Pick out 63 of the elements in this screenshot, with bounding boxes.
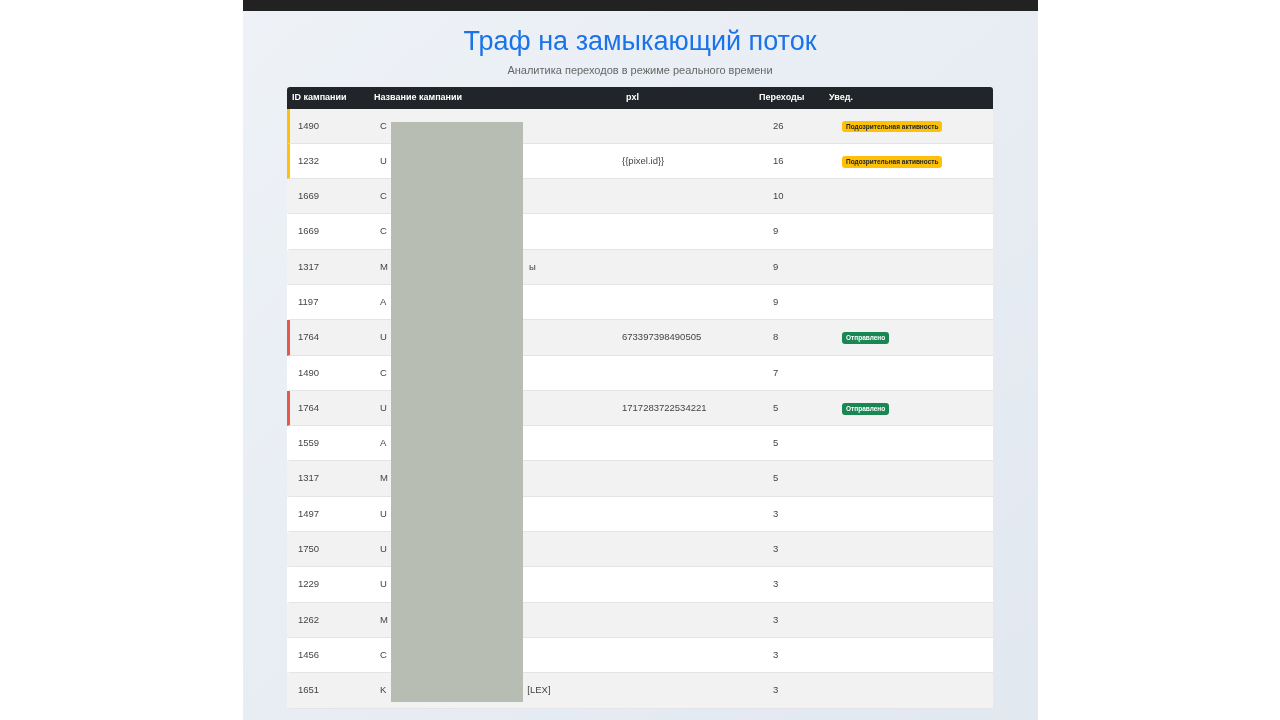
table-cell: C [380,224,387,239]
table-cell: 673397398490505 [622,331,702,343]
table-cell: 9 [773,260,779,272]
table-cell: [LEX] [527,683,551,698]
table-cell: 1456 [298,648,320,660]
table-cell: 9 [773,225,779,237]
table-cell: 3 [773,543,779,555]
table-cell: C [380,189,387,204]
table-cell: 8 [773,331,779,343]
table-cell: 3 [773,684,779,696]
table-cell: C [380,365,387,380]
table-cell: 9 [773,296,779,307]
table-cell: K [380,683,387,698]
table-cell: U [380,577,387,592]
table-cell: 1497 [298,507,320,519]
column-header: Название кампании [374,90,464,104]
table-cell: 10 [773,190,784,202]
table-cell: 5 [773,401,779,413]
column-header: pxl [625,90,640,104]
table-cell: ы [528,259,536,274]
table-cell-text: U [380,400,387,415]
table-cell: 26 [773,119,784,131]
table-cell: M [380,612,388,627]
table-cell: U [380,330,387,345]
table-cell: 1317 [298,472,320,484]
table-cell: 1229 [298,578,320,590]
table-cell: C [380,118,387,133]
table-cell: 1764 [298,401,320,413]
table-cell: {{pixel.id}} [622,154,665,166]
table-cell: 1197 [298,296,319,307]
table-cell: 1651 [298,684,320,696]
table-cell: 1764 [298,331,320,343]
table-cell: 1490 [298,119,320,131]
table-cell: M [380,259,388,274]
table-cell: 3 [773,578,779,590]
table-cell-text: A [380,295,387,309]
table-cell: 3 [773,648,779,660]
table-cell: A [380,436,387,451]
column-header: Переходы [759,90,806,104]
table-cell: 1750 [298,543,320,555]
page-subtitle: Аналитика переходов в режиме реального времени [507,63,773,78]
table-cell: 5 [773,437,779,449]
page-title: Траф на замыкающий поток [463,25,817,57]
table-cell: 1262 [298,613,320,625]
table-cell: 16 [773,154,784,166]
column-header: Увед. [829,90,854,104]
table-cell: 1669 [298,190,320,202]
table-cell: 5 [773,472,779,484]
table-cell: 1669 [298,225,320,237]
table-cell: 1232 [298,154,320,166]
table-cell: M [380,471,388,486]
table-cell-text: C [380,647,387,662]
table-cell: 3 [773,613,779,625]
table-cell: 1490 [298,366,320,378]
table-cell: 3 [773,507,779,519]
table-cell: 1317 [298,260,320,272]
table-cell: U [380,542,387,557]
table-cell-text: U [380,153,387,168]
table-cell-text: U [380,506,387,521]
column-header: ID кампании [291,90,348,104]
table-cell: 1717283722534221 [622,401,707,413]
table-cell: 1559 [298,437,320,449]
table-cell: 7 [773,366,779,378]
